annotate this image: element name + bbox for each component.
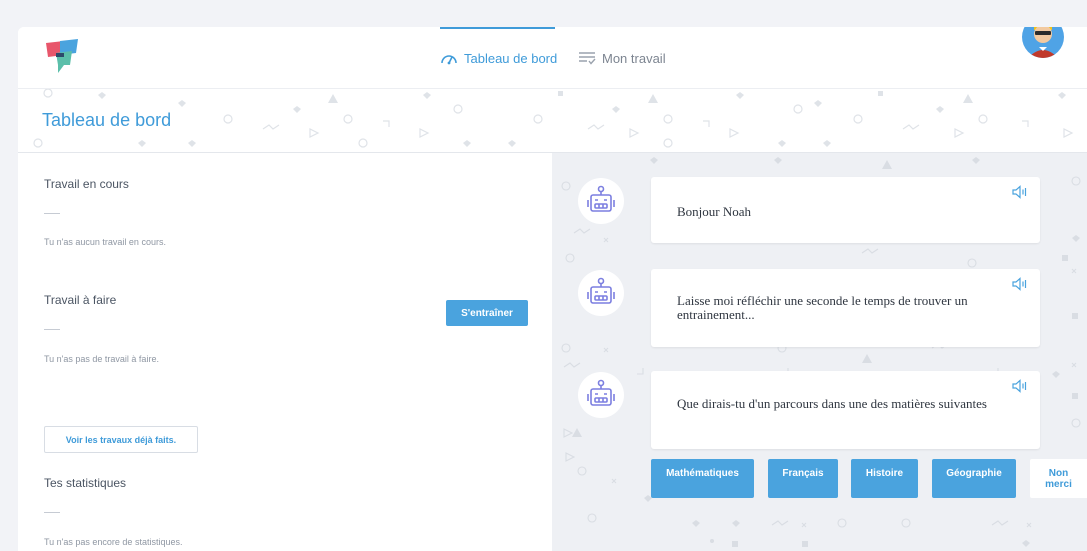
task-list-icon xyxy=(579,52,596,65)
stats-title: Tes statistiques xyxy=(44,476,127,490)
robot-icon xyxy=(587,379,615,406)
no-thanks-button[interactable]: Non merci xyxy=(1030,459,1087,498)
chat-message: Bonjour Noah xyxy=(651,177,1040,243)
no-thanks-label: Non merci xyxy=(1045,468,1072,490)
app-window: Tableau de bord Mon travail Tableau de b… xyxy=(18,27,1087,551)
subject-button-history[interactable]: Histoire xyxy=(851,459,918,498)
robot-icon xyxy=(587,277,615,304)
subject-button-geography[interactable]: Géographie xyxy=(932,459,1016,498)
view-done-work-button[interactable]: Voir les travaux déjà faits. xyxy=(44,426,198,453)
subject-button-math[interactable]: Mathématiques xyxy=(651,459,754,498)
page-header: Tableau de bord xyxy=(18,89,1087,153)
train-button[interactable]: S'entraîner xyxy=(446,300,528,326)
chatbot-avatar xyxy=(578,270,624,316)
divider xyxy=(44,329,60,330)
chatbot-avatar xyxy=(578,372,624,418)
chat-message-text: Bonjour Noah xyxy=(677,204,752,219)
speaker-icon[interactable] xyxy=(1012,379,1028,393)
logo-icon[interactable] xyxy=(44,39,82,75)
gauge-icon xyxy=(441,55,457,65)
avatar-icon xyxy=(1028,27,1058,58)
tab-dashboard[interactable]: Tableau de bord xyxy=(440,27,557,89)
tab-dashboard-label: Tableau de bord xyxy=(464,50,558,66)
background-pattern xyxy=(33,89,1074,148)
current-work-title: Travail en cours xyxy=(44,177,129,191)
chat-message: Que dirais-tu d'un parcours dans une des… xyxy=(651,371,1040,449)
left-panel: Travail en cours Tu n'as aucun travail e… xyxy=(18,153,552,551)
current-work-empty-text: Tu n'as aucun travail en cours. xyxy=(44,237,166,247)
stats-empty-text: Tu n'as pas encore de statistiques. xyxy=(44,537,183,547)
divider xyxy=(44,512,60,513)
user-avatar[interactable] xyxy=(1022,27,1064,58)
page-title: Tableau de bord xyxy=(42,110,172,130)
speaker-icon[interactable] xyxy=(1012,185,1028,199)
todo-work-title: Travail à faire xyxy=(44,293,117,307)
todo-work-empty-text: Tu n'as pas de travail à faire. xyxy=(44,354,159,364)
tab-my-work-label: Mon travail xyxy=(602,50,666,66)
chatbot-avatar xyxy=(578,178,624,224)
divider xyxy=(44,213,60,214)
chat-message-text: Que dirais-tu d'un parcours dans une des… xyxy=(677,396,987,411)
chat-message-text: Laisse moi réfléchir une seconde le temp… xyxy=(677,293,968,322)
chat-message: Laisse moi réfléchir une seconde le temp… xyxy=(651,269,1040,347)
top-bar: Tableau de bord Mon travail xyxy=(18,27,1087,89)
subject-button-french[interactable]: Français xyxy=(768,459,838,498)
chat-panel: Bonjour Noah Laisse moi réfléchir une se… xyxy=(552,153,1087,551)
robot-icon xyxy=(587,185,615,212)
speaker-icon[interactable] xyxy=(1012,277,1028,291)
tab-my-work[interactable]: Mon travail xyxy=(578,27,666,89)
